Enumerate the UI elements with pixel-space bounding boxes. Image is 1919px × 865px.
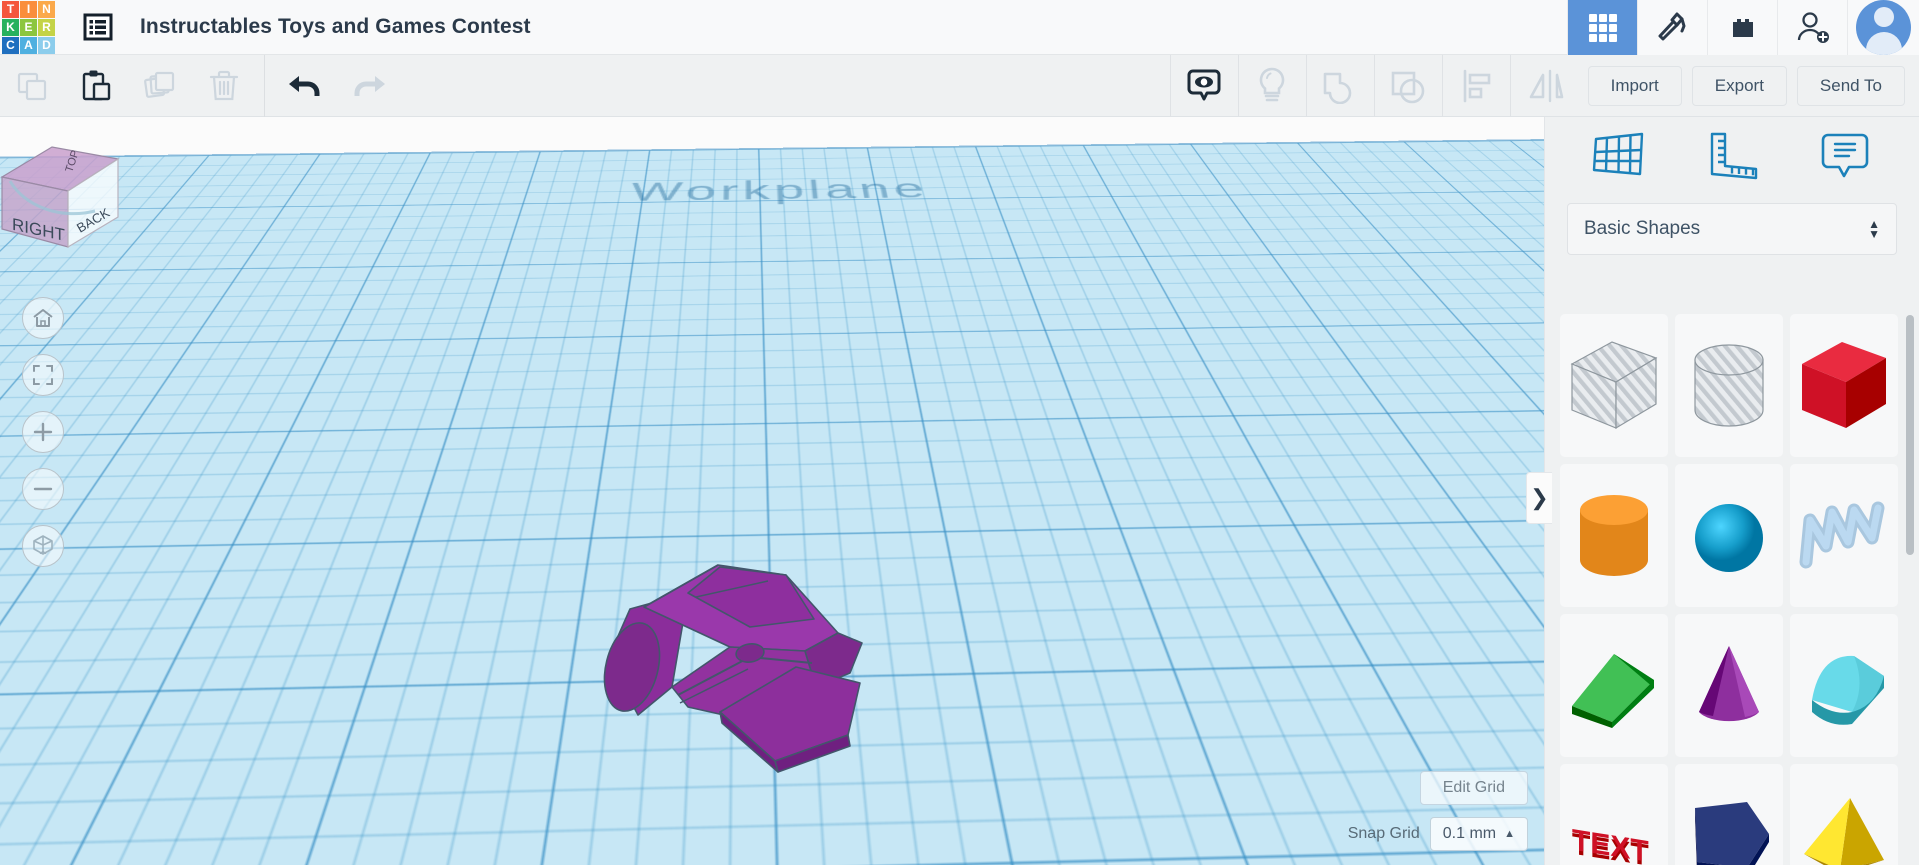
- shape-cone[interactable]: [1675, 614, 1783, 757]
- snap-grid-select[interactable]: 0.1 mm ▲: [1429, 817, 1528, 851]
- export-button[interactable]: Export: [1691, 66, 1787, 106]
- workplane-grid-icon[interactable]: [1588, 127, 1650, 185]
- 3d-canvas[interactable]: Workplane TOP RIGHT BACK Edit Grid Snap …: [0, 117, 1544, 865]
- logo-letter-i: I: [20, 0, 37, 18]
- tinkercad-logo[interactable]: TIN KER CAD: [2, 0, 55, 55]
- workplane-label: Workplane: [628, 175, 932, 207]
- editor-toolbar: Import Export Send To: [0, 54, 1919, 117]
- snap-grid-value: 0.1 mm: [1442, 825, 1497, 842]
- lightbulb-icon[interactable]: [1237, 55, 1306, 117]
- shape-round-roof[interactable]: [1790, 614, 1898, 757]
- tinkercad-app: TIN KER CAD Instructables Toys and Games C…: [0, 0, 1919, 865]
- paste-icon[interactable]: [64, 55, 128, 117]
- orthographic-toggle-icon[interactable]: [22, 525, 64, 567]
- avatar-image: [1856, 0, 1911, 55]
- ungroup-shapes-icon[interactable]: [1373, 55, 1442, 117]
- logo-letter-a: A: [20, 36, 37, 54]
- logo-letter-d: D: [38, 36, 55, 54]
- fit-to-view-icon[interactable]: [22, 354, 64, 396]
- align-icon[interactable]: [1441, 55, 1510, 117]
- group-shapes-icon[interactable]: [1305, 55, 1374, 117]
- copy-icon[interactable]: [0, 55, 64, 117]
- shape-box-hole[interactable]: [1560, 314, 1668, 457]
- logo-letter-e: E: [20, 18, 37, 36]
- view-cube[interactable]: TOP RIGHT BACK: [0, 125, 170, 265]
- edit-grid-button[interactable]: Edit Grid: [1419, 771, 1528, 805]
- top-bar: TIN KER CAD Instructables Toys and Games C…: [0, 0, 1919, 55]
- toolbar-right-group: Import Export Send To: [1169, 55, 1919, 117]
- list-menu-icon[interactable]: [78, 7, 118, 47]
- import-button[interactable]: Import: [1587, 66, 1682, 106]
- redo-arrow-icon[interactable]: [337, 55, 401, 117]
- avatar[interactable]: [1847, 0, 1919, 55]
- delete-trash-icon[interactable]: [192, 55, 256, 117]
- logo-letter-r: R: [38, 18, 55, 36]
- duplicate-icon[interactable]: [128, 55, 192, 117]
- shape-pyramid[interactable]: [1790, 764, 1898, 865]
- shape-category-dropdown[interactable]: Basic Shapes ▲ ▼: [1567, 203, 1897, 255]
- mirror-flip-icon[interactable]: [1509, 55, 1578, 117]
- add-person-icon[interactable]: [1777, 0, 1847, 55]
- shape-grid-scroll-area[interactable]: TEXT TEXT: [1545, 307, 1919, 865]
- shape-grid: TEXT TEXT: [1545, 307, 1919, 865]
- shape-text[interactable]: TEXT TEXT: [1560, 764, 1668, 865]
- send-to-button[interactable]: Send To: [1796, 66, 1905, 106]
- shape-sphere[interactable]: [1675, 464, 1783, 607]
- panel-tool-icons: [1545, 117, 1919, 195]
- hammer-tools-icon[interactable]: [1637, 0, 1707, 55]
- shape-box[interactable]: [1790, 314, 1898, 457]
- shape-scribble[interactable]: [1790, 464, 1898, 607]
- undo-arrow-icon[interactable]: [273, 55, 337, 117]
- visibility-eye-icon[interactable]: [1169, 55, 1238, 117]
- shape-cylinder[interactable]: [1560, 464, 1668, 607]
- spinner-arrows-icon: ▲ ▼: [1868, 216, 1880, 241]
- purple-3d-model[interactable]: [600, 547, 890, 777]
- shape-panel-scrollbar[interactable]: [1906, 315, 1914, 555]
- zoom-in-icon[interactable]: [22, 411, 64, 453]
- shape-category-label: Basic Shapes: [1584, 218, 1701, 239]
- shapes-panel: Basic Shapes ▲ ▼ TEXT TEXT: [1544, 117, 1919, 865]
- navigation-controls: [22, 297, 64, 582]
- logo-letter-k: K: [2, 18, 19, 36]
- shape-cylinder-hole[interactable]: [1675, 314, 1783, 457]
- shape-roof-wedge[interactable]: [1560, 614, 1668, 757]
- top-bar-right-icons: [1567, 0, 1919, 55]
- caret-up-icon: ▲: [1504, 828, 1515, 840]
- notes-comment-icon[interactable]: [1814, 127, 1876, 185]
- logo-letter-c: C: [2, 36, 19, 54]
- logo-letter-t: T: [2, 0, 19, 18]
- snap-grid-label: Snap Grid: [1347, 825, 1420, 842]
- blocks-brick-icon[interactable]: [1707, 0, 1777, 55]
- ruler-icon[interactable]: [1701, 127, 1763, 185]
- zoom-out-icon[interactable]: [22, 468, 64, 510]
- toolbar-divider: [264, 54, 265, 117]
- panel-collapse-handle[interactable]: ❯: [1526, 472, 1552, 524]
- home-view-icon[interactable]: [22, 297, 64, 339]
- gallery-grid-icon[interactable]: [1567, 0, 1637, 55]
- shape-polygon[interactable]: [1675, 764, 1783, 865]
- snap-grid-row: Snap Grid 0.1 mm ▲: [1348, 817, 1528, 851]
- document-title[interactable]: Instructables Toys and Games Contest: [140, 15, 531, 39]
- grid-controls: Edit Grid Snap Grid 0.1 mm ▲: [1348, 771, 1528, 851]
- logo-letter-n: N: [38, 0, 55, 18]
